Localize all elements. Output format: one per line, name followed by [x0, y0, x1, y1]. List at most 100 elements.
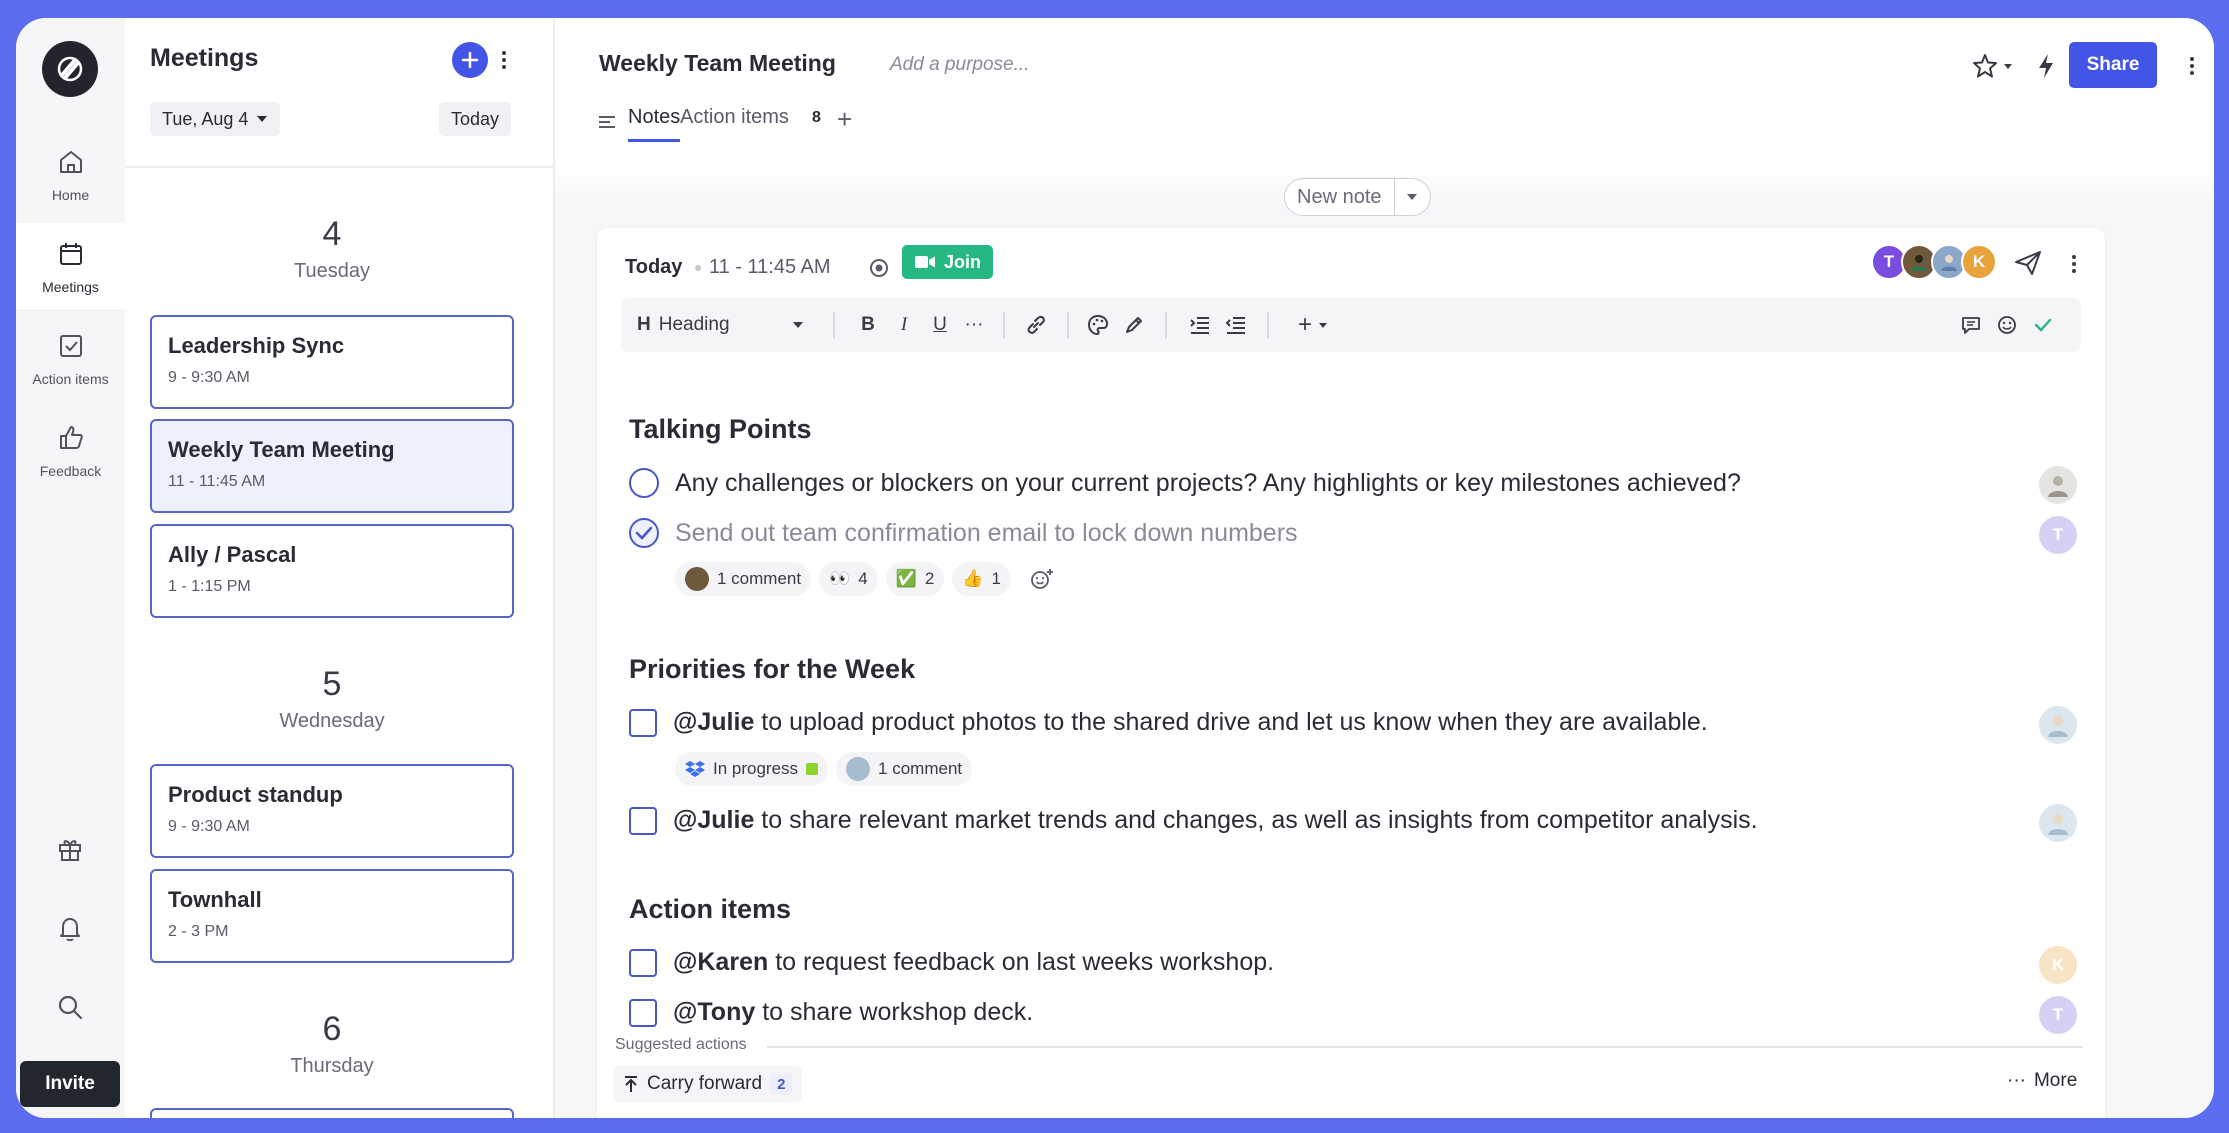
- palette-icon[interactable]: [1085, 312, 1111, 338]
- talking-point-text[interactable]: Any challenges or blockers on your curre…: [675, 469, 1741, 498]
- indent-icon[interactable]: [1187, 312, 1213, 338]
- action-item-text[interactable]: @Karen to request feedback on last weeks…: [673, 948, 1274, 977]
- insert-menu[interactable]: +: [1289, 311, 1337, 338]
- talking-point-checkbox[interactable]: [629, 468, 659, 498]
- action-item-text[interactable]: @Tony to share workshop deck.: [673, 998, 1033, 1027]
- add-meeting-button[interactable]: [452, 42, 488, 78]
- rail-item-meetings[interactable]: Meetings: [16, 223, 125, 309]
- send-icon[interactable]: [2013, 248, 2043, 278]
- bell-icon[interactable]: [53, 911, 87, 945]
- today-button[interactable]: Today: [439, 102, 512, 136]
- assignee-avatar[interactable]: K: [2039, 946, 2077, 984]
- mention[interactable]: @Julie: [673, 806, 754, 834]
- talking-point-text[interactable]: Send out team confirmation email to lock…: [675, 519, 1298, 548]
- invite-button[interactable]: Invite: [20, 1061, 120, 1107]
- list-more-icon[interactable]: [497, 48, 511, 72]
- tab-action-items[interactable]: Action items: [680, 106, 789, 142]
- priority-text[interactable]: @Julie to share relevant market trends a…: [673, 806, 1758, 835]
- assignee-avatar[interactable]: [2039, 804, 2077, 842]
- rail-item-home[interactable]: Home: [16, 131, 125, 217]
- day-name: Wednesday: [279, 710, 385, 732]
- add-reaction-icon[interactable]: [1019, 562, 1065, 596]
- bolt-icon[interactable]: [2033, 52, 2059, 80]
- record-icon[interactable]: [869, 258, 889, 278]
- day-number: 6: [322, 1010, 342, 1048]
- reaction-emoji: 👀: [829, 569, 851, 588]
- comment-icon[interactable]: [1959, 312, 1983, 338]
- join-button[interactable]: Join: [902, 245, 994, 279]
- status-chip[interactable]: In progress: [675, 752, 829, 786]
- suggested-actions-label: Suggested actions: [615, 1036, 747, 1053]
- new-note-label: New note: [1297, 185, 1382, 208]
- mention[interactable]: @Julie: [673, 708, 754, 736]
- new-note-button[interactable]: New note: [1284, 178, 1431, 216]
- heading-select[interactable]: H Heading: [637, 312, 804, 338]
- talking-point-checkbox-checked[interactable]: [629, 518, 659, 548]
- date-picker[interactable]: Tue, Aug 4: [150, 102, 281, 136]
- status-indicator: [806, 763, 819, 775]
- heading-icon: H: [637, 314, 651, 335]
- emoji-icon[interactable]: [1995, 312, 2019, 338]
- assignee-avatar[interactable]: T: [2039, 996, 2077, 1034]
- meeting-card[interactable]: Product standup 9 - 9:30 AM: [150, 764, 514, 858]
- more-button[interactable]: ··· More: [2007, 1070, 2077, 1092]
- more-format-icon[interactable]: ···: [963, 312, 985, 338]
- meetings-list-panel: Meetings Tue, Aug 4 Today 4 Tuesday Lead…: [125, 18, 555, 1118]
- action-item-checkbox[interactable]: [629, 948, 657, 977]
- priority-checkbox[interactable]: [629, 708, 657, 737]
- person-icon: [1911, 255, 1927, 271]
- outdent-icon[interactable]: [1223, 312, 1249, 338]
- highlighter-icon[interactable]: [1121, 312, 1147, 338]
- priority-checkbox[interactable]: [629, 806, 657, 835]
- home-icon: [54, 145, 88, 179]
- reaction-chip[interactable]: 👍 1: [952, 562, 1012, 596]
- search-icon[interactable]: [53, 990, 87, 1024]
- assignee-avatar[interactable]: [2039, 706, 2077, 744]
- meeting-card[interactable]: Townhall 2 - 3 PM: [150, 869, 514, 963]
- rail-item-feedback[interactable]: Feedback: [16, 407, 125, 493]
- priority-body: to upload product photos to the shared d…: [754, 708, 1708, 736]
- thumbs-up-icon: [54, 421, 88, 455]
- comment-chip[interactable]: 1 comment: [675, 562, 812, 596]
- new-note-dropdown[interactable]: [1393, 179, 1430, 215]
- meeting-card-partial[interactable]: [150, 1108, 514, 1118]
- commenter-avatar: [846, 757, 871, 781]
- link-icon[interactable]: [1023, 312, 1049, 338]
- bold-icon[interactable]: B: [857, 312, 879, 338]
- gift-icon[interactable]: [53, 832, 87, 866]
- comment-chip[interactable]: 1 comment: [836, 752, 973, 786]
- share-button[interactable]: Share: [2069, 42, 2157, 88]
- carry-forward-button[interactable]: Carry forward 2: [613, 1066, 803, 1102]
- meeting-card[interactable]: Ally / Pascal 1 - 1:15 PM: [150, 524, 514, 618]
- note-more-icon[interactable]: [2067, 252, 2081, 276]
- action-item-checkbox[interactable]: [629, 998, 657, 1027]
- talking-point-item: Any challenges or blockers on your curre…: [629, 468, 1741, 498]
- tab-notes[interactable]: Notes: [628, 106, 681, 142]
- favorite-button[interactable]: [1971, 52, 2013, 80]
- mention[interactable]: @Karen: [673, 948, 768, 976]
- underline-icon[interactable]: U: [929, 312, 951, 338]
- ellipsis-icon: ···: [2007, 1070, 2026, 1091]
- app-logo[interactable]: [42, 41, 98, 97]
- attendee-avatars[interactable]: T K: [1871, 244, 1997, 280]
- assignee-avatar[interactable]: T: [2039, 516, 2077, 554]
- header-more-icon[interactable]: [2185, 54, 2199, 78]
- toolbar-divider: [1003, 312, 1005, 338]
- add-tab-button[interactable]: +: [837, 104, 852, 135]
- italic-icon[interactable]: I: [893, 312, 915, 338]
- reaction-chip[interactable]: 👀 4: [819, 562, 878, 596]
- check-icon[interactable]: [2031, 312, 2055, 338]
- priority-text[interactable]: @Julie to upload product photos to the s…: [673, 708, 1708, 737]
- rail-item-action-items[interactable]: Action items: [16, 315, 125, 401]
- menu-icon[interactable]: [598, 114, 616, 130]
- meeting-card-selected[interactable]: Weekly Team Meeting 11 - 11:45 AM: [150, 419, 514, 513]
- meeting-title-heading[interactable]: Weekly Team Meeting: [599, 50, 836, 77]
- purpose-input[interactable]: Add a purpose...: [890, 54, 1029, 76]
- person-icon: [2048, 814, 2068, 835]
- avatar[interactable]: K: [1961, 244, 1997, 280]
- status-label: In progress: [713, 759, 799, 778]
- meeting-card[interactable]: Leadership Sync 9 - 9:30 AM: [150, 315, 514, 409]
- reaction-chip[interactable]: ✅ 2: [885, 562, 945, 596]
- assignee-avatar[interactable]: [2039, 466, 2077, 504]
- mention[interactable]: @Tony: [673, 998, 755, 1026]
